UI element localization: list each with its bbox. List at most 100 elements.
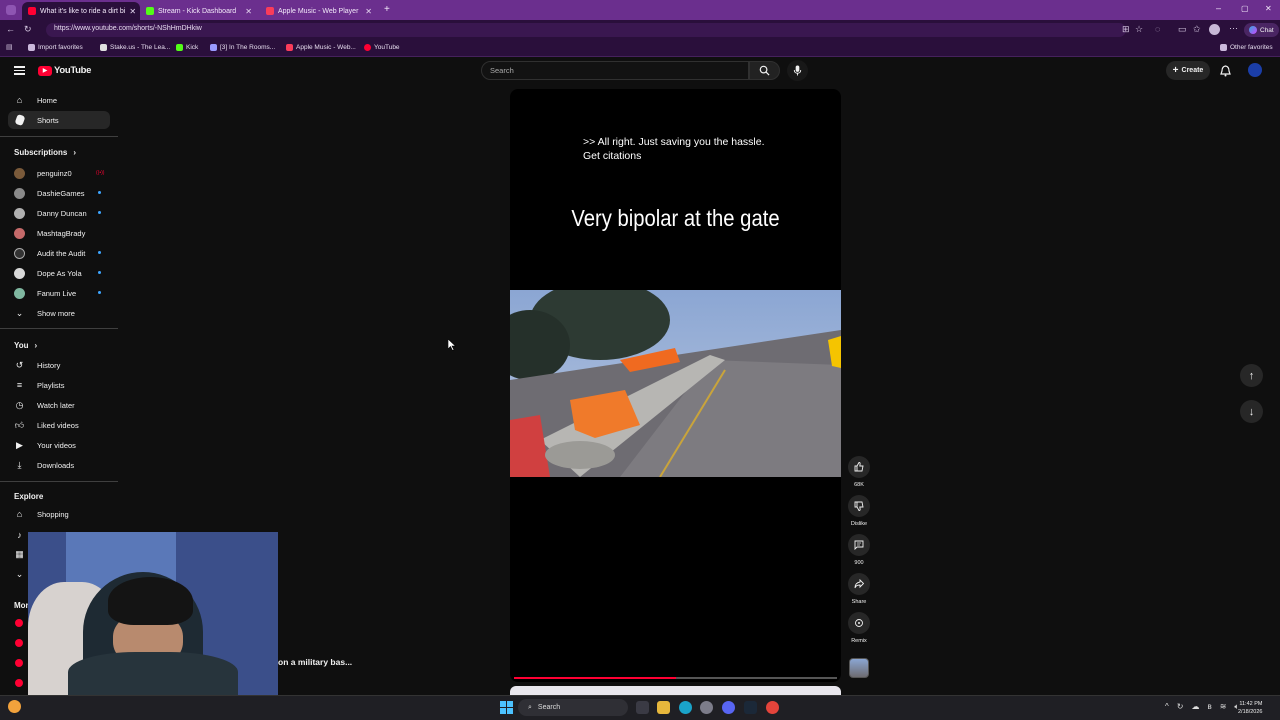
sidebar-item-watch-later[interactable]: ◷ Watch later [8, 396, 110, 414]
sidebar-item-playlists[interactable]: ≡ Playlists [8, 376, 110, 394]
youtube-studio-icon[interactable] [15, 639, 23, 647]
app-available-icon[interactable]: ⊞ [1122, 24, 1130, 35]
extensions-icon[interactable]: ◌ [1155, 24, 1160, 34]
share-icon[interactable] [848, 573, 870, 595]
cloud-icon[interactable]: ☁ [1191, 702, 1199, 712]
tab-apple-music[interactable]: Apple Music - Web Player ✕ [260, 2, 378, 20]
edge-icon[interactable] [679, 701, 692, 714]
thumbs-up-icon[interactable] [848, 456, 870, 478]
system-tray[interactable]: ^ ↻ ☁ ʙ ≋ 🔈︎ [1165, 702, 1239, 712]
video-frame[interactable] [510, 290, 841, 477]
chevron-up-icon[interactable]: ^ [1165, 702, 1169, 712]
subscription-dashiegames[interactable]: DashieGames [8, 184, 110, 202]
subscription-penguinz0[interactable]: penguinz0 [8, 164, 110, 182]
refresh-icon[interactable]: ↻ [24, 24, 32, 35]
youtube-premium-icon[interactable] [15, 619, 23, 627]
task-view-icon[interactable] [636, 701, 649, 714]
copilot-chat-button[interactable]: Chat [1244, 23, 1279, 37]
close-tab-icon[interactable]: ✕ [365, 7, 372, 16]
close-tab-icon[interactable]: ✕ [245, 7, 252, 16]
youtube-music-icon[interactable] [15, 659, 23, 667]
share-action[interactable]: Share [848, 573, 870, 605]
subscription-mashtagbrady[interactable]: MashtagBrady [8, 224, 110, 242]
browser-menu-icon[interactable] [6, 5, 16, 15]
chevron-down-icon[interactable]: ⌄ [14, 569, 25, 580]
weather-icon[interactable] [8, 700, 21, 713]
favorites-icon[interactable]: ✩ [1193, 24, 1201, 35]
sidebar-item-history[interactable]: ↺ History [8, 356, 110, 374]
sidebar-item-your-videos[interactable]: ▶ Your videos [8, 436, 110, 454]
account-avatar[interactable] [1248, 63, 1262, 77]
maximize-icon[interactable]: ▢ [1241, 4, 1249, 13]
close-tab-icon[interactable]: ✕ [129, 7, 136, 16]
taskbar-search[interactable]: ⌕ Search [518, 699, 628, 716]
tab-kick[interactable]: Stream - Kick Dashboard ✕ [140, 2, 258, 20]
new-tab-icon[interactable]: + [384, 4, 390, 15]
split-screen-icon[interactable]: ▭ [1178, 24, 1187, 35]
remix-action[interactable]: Remix [848, 612, 870, 644]
voice-search-button[interactable] [787, 60, 808, 81]
wifi-icon[interactable]: ≋ [1220, 702, 1227, 712]
comment-icon[interactable] [848, 534, 870, 556]
bookmark-kick[interactable]: Kick [176, 44, 198, 51]
windows-start-icon[interactable] [500, 701, 513, 714]
show-more-button[interactable]: ⌄ Show more [8, 304, 110, 322]
more-options-icon[interactable]: ⋯ [1229, 23, 1238, 34]
chrome-icon[interactable] [766, 701, 779, 714]
remix-icon[interactable] [848, 612, 870, 634]
bookmark-apple-music[interactable]: Apple Music - Web... [286, 44, 356, 51]
explore-heading: Explore [14, 492, 44, 501]
movies-icon[interactable]: ▦ [14, 549, 25, 560]
sidebar-item-label: History [37, 360, 61, 370]
taskbar-clock[interactable]: 11:42 PM 2/18/2026 [1238, 700, 1262, 716]
home-icon: ⌂ [16, 95, 23, 105]
bookmark-youtube[interactable]: YouTube [364, 44, 400, 51]
subscription-audit-the-audit[interactable]: Audit the Audit [8, 244, 110, 262]
back-icon[interactable]: ← [6, 24, 15, 34]
bluetooth-icon[interactable]: ʙ [1207, 702, 1211, 712]
sound-thumbnail[interactable] [849, 658, 869, 678]
you-heading[interactable]: You › [14, 341, 37, 350]
subscriptions-heading[interactable]: Subscriptions › [14, 148, 76, 157]
steam-icon[interactable] [744, 701, 757, 714]
comments-action[interactable]: 900 [848, 534, 870, 566]
subscription-danny-duncan[interactable]: Danny Duncan [8, 204, 110, 222]
thumbs-down-icon[interactable] [848, 495, 870, 517]
sidebar-item-liked-videos[interactable]: 👍︎ Liked videos [8, 416, 110, 434]
profile-avatar[interactable] [1209, 24, 1220, 35]
file-explorer-icon[interactable] [657, 701, 670, 714]
subscription-dope-as-yola[interactable]: Dope As Yola [8, 264, 110, 282]
search-button[interactable] [749, 61, 780, 80]
hamburger-menu-icon[interactable] [14, 66, 25, 75]
sidebar-item-shopping[interactable]: ⌂ Shopping [8, 505, 110, 523]
next-short-button[interactable]: ↓ [1240, 400, 1263, 423]
url-input[interactable]: https://www.youtube.com/shorts/-NShHmDHk… [46, 23, 1126, 37]
favorite-star-icon[interactable]: ☆ [1135, 24, 1143, 35]
settings-icon[interactable] [700, 701, 713, 714]
bookmark-other-favorites[interactable]: Other favorites [1220, 44, 1273, 51]
search-input[interactable]: Search [481, 61, 749, 80]
bookmark-import-favorites[interactable]: Import favorites [28, 44, 83, 51]
previous-short-button[interactable]: ↑ [1240, 364, 1263, 387]
collections-icon[interactable]: ▤ [6, 43, 13, 51]
sync-icon[interactable]: ↻ [1177, 702, 1184, 712]
sidebar-item-home[interactable]: ⌂ Home [8, 91, 110, 109]
shorts-player[interactable]: >> All right. Just saving you the hassle… [510, 89, 841, 682]
youtube-kids-icon[interactable] [15, 679, 23, 687]
tab-youtube[interactable]: What it's like to ride a dirt bi ✕ [22, 2, 140, 20]
next-short-preview[interactable] [510, 686, 841, 695]
music-icon[interactable]: ♪ [14, 529, 25, 540]
sidebar-item-downloads[interactable]: ⤓ Downloads [8, 456, 110, 474]
minimize-icon[interactable]: – [1216, 3, 1221, 13]
bookmark-stake[interactable]: Stake.us - The Lea... [100, 44, 170, 51]
subscription-fanum-live[interactable]: Fanum Live [8, 284, 110, 302]
youtube-logo[interactable]: ▶ YouTube [38, 65, 91, 76]
bookmark-rooms[interactable]: [3] In The Rooms... [210, 44, 275, 51]
like-action[interactable]: 68K [848, 456, 870, 488]
create-button[interactable]: + Create [1166, 61, 1210, 80]
sidebar-item-shorts[interactable]: Shorts [8, 111, 110, 129]
close-window-icon[interactable]: ✕ [1265, 4, 1272, 13]
discord-icon[interactable] [722, 701, 735, 714]
notifications-bell-icon[interactable] [1220, 64, 1231, 82]
dislike-action[interactable]: Dislike [848, 495, 870, 527]
